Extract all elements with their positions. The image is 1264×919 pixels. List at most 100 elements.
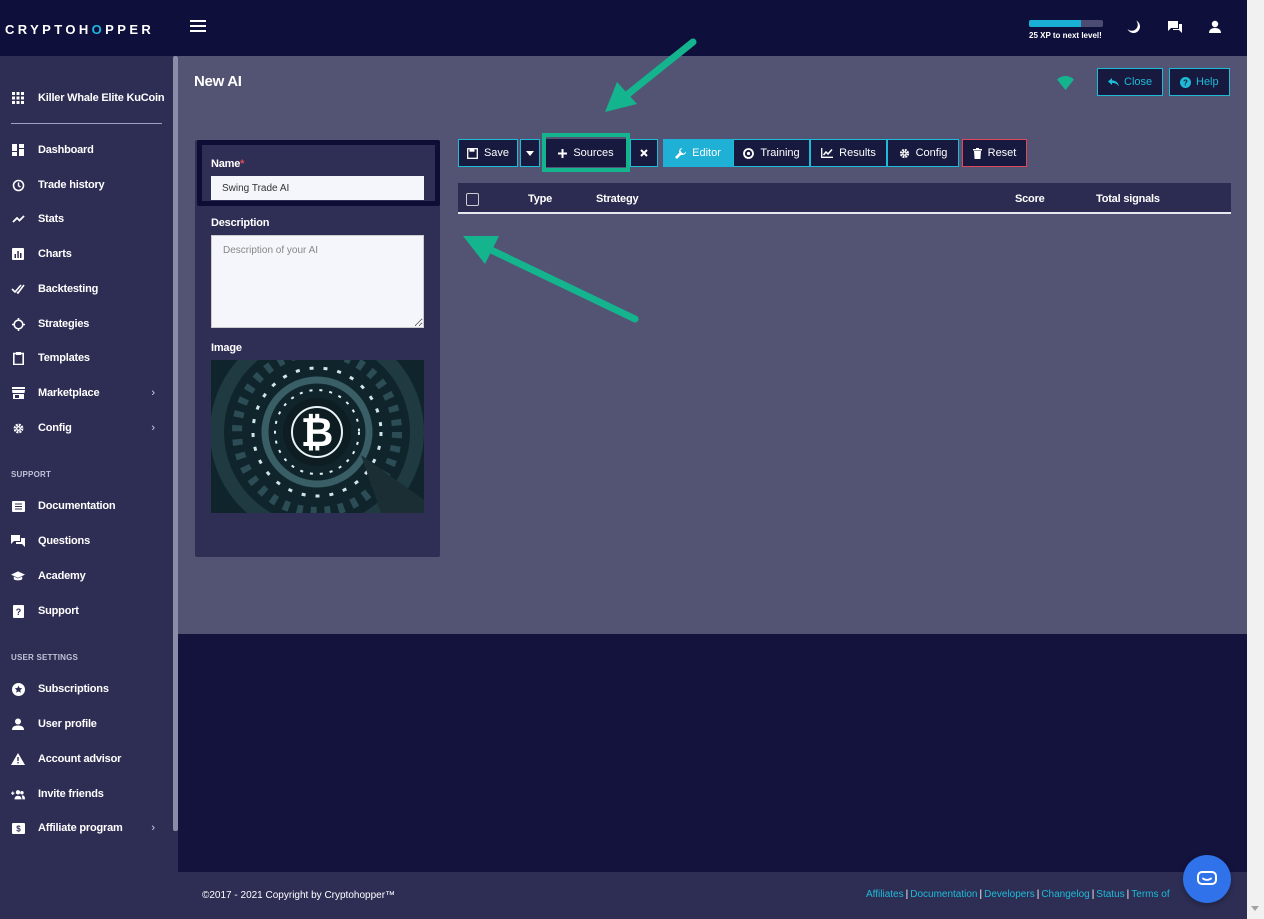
close-button[interactable]: Close: [1097, 68, 1164, 96]
sidebar-item-trade-history[interactable]: Trade history: [0, 170, 170, 200]
chevron-right-icon: ›: [151, 422, 155, 434]
sidebar-item-backtesting[interactable]: Backtesting: [0, 274, 170, 304]
history-icon: [11, 178, 25, 192]
sidebar-item-label: Invite friends: [38, 788, 104, 800]
chat-icon: [11, 534, 25, 548]
sidebar-item-questions[interactable]: Questions: [0, 526, 170, 556]
select-all-checkbox[interactable]: [466, 193, 479, 206]
sidebar-item-dashboard[interactable]: Dashboard: [0, 135, 170, 165]
scroll-down-arrow-icon[interactable]: [1251, 906, 1259, 911]
hopper-selector[interactable]: Killer Whale Elite KuCoin: [0, 83, 170, 113]
column-score[interactable]: Score: [1015, 193, 1045, 205]
sidebar-item-charts[interactable]: Charts: [0, 239, 170, 269]
reset-button[interactable]: Reset: [962, 139, 1027, 167]
dark-mode-moon-icon[interactable]: [1126, 19, 1144, 37]
add-users-icon: [11, 787, 25, 801]
tab-editor[interactable]: Editor: [663, 139, 733, 167]
cryptohopper-logo[interactable]: CRYPTOHOPPER: [5, 22, 154, 37]
sidebar-divider: [11, 123, 162, 124]
sidebar-item-support[interactable]: ? Support: [0, 596, 170, 626]
top-bar: CRYPTOHOPPER 25 XP to next level!: [0, 0, 1247, 56]
description-field[interactable]: [211, 235, 424, 328]
sidebar-item-academy[interactable]: Academy: [0, 561, 170, 591]
sidebar-item-label: Documentation: [38, 500, 116, 512]
main-content: New AI Close ? Help Name* Description Im…: [178, 56, 1247, 634]
menu-toggle-icon[interactable]: [190, 20, 206, 34]
sidebar-item-templates[interactable]: Templates: [0, 343, 170, 373]
reset-label: Reset: [987, 147, 1017, 159]
editor-label: Editor: [692, 147, 721, 159]
sidebar-item-account-advisor[interactable]: Account advisor: [0, 744, 170, 774]
column-total-signals[interactable]: Total signals: [1096, 193, 1160, 205]
dashboard-icon: [11, 143, 25, 157]
sidebar-item-affiliate-program[interactable]: $ Affiliate program ›: [0, 813, 170, 843]
sidebar-item-subscriptions[interactable]: Subscriptions: [0, 674, 170, 704]
help-label: Help: [1196, 76, 1219, 88]
svg-text:?: ?: [1183, 78, 1188, 87]
connection-signal-icon: [1057, 76, 1074, 90]
xp-text: 25 XP to next level!: [1029, 31, 1102, 40]
dollar-icon: $: [11, 821, 25, 835]
sidebar-item-label: Academy: [38, 570, 86, 582]
page-scrollbar[interactable]: [1247, 0, 1264, 919]
hopper-name: Killer Whale Elite KuCoin: [38, 92, 165, 104]
sidebar-item-documentation[interactable]: Documentation: [0, 491, 170, 521]
sidebar-item-label: Marketplace: [38, 387, 100, 399]
sidebar-item-label: Questions: [38, 535, 90, 547]
page-title: New AI: [194, 73, 242, 90]
sidebar-item-label: Charts: [38, 248, 72, 260]
warning-icon: [11, 752, 25, 766]
sidebar-item-marketplace[interactable]: Marketplace ›: [0, 378, 170, 408]
footer: ©2017 - 2021 Copyright by Cryptohopper™ …: [178, 872, 1247, 919]
column-type[interactable]: Type: [528, 193, 552, 205]
footer-link-changelog[interactable]: Changelog: [1041, 889, 1089, 900]
footer-link-terms[interactable]: Terms of: [1131, 889, 1169, 900]
save-dropdown-button[interactable]: [520, 139, 540, 167]
line-chart-icon: [821, 148, 834, 158]
chart-icon: [11, 247, 25, 261]
sidebar-item-stats[interactable]: Stats: [0, 204, 170, 234]
xp-progress[interactable]: 25 XP to next level!: [1029, 20, 1103, 40]
sidebar-item-invite-friends[interactable]: Invite friends: [0, 779, 170, 809]
store-icon: [11, 386, 25, 400]
sidebar-item-strategies[interactable]: Strategies: [0, 309, 170, 339]
sidebar-item-user-profile[interactable]: User profile: [0, 709, 170, 739]
graduation-cap-icon: [11, 569, 25, 583]
tab-config[interactable]: Config: [887, 139, 959, 167]
user-settings-heading: USER SETTINGS: [11, 653, 79, 662]
sidebar-item-label: Support: [38, 605, 79, 617]
messages-icon[interactable]: [1167, 19, 1185, 37]
gear-icon: [899, 148, 909, 158]
svg-text:$: $: [16, 824, 21, 833]
save-label: Save: [483, 147, 510, 159]
star-icon: [11, 682, 25, 696]
sidebar-item-label: Config: [38, 422, 72, 434]
sidebar-item-label: Templates: [38, 352, 90, 364]
bitcoin-tunnel-image: ₿: [211, 360, 424, 513]
page-scrollbar-thumb[interactable]: [1251, 0, 1260, 919]
footer-link-status[interactable]: Status: [1096, 889, 1124, 900]
footer-link-developers[interactable]: Developers: [984, 889, 1035, 900]
crosshair-icon: [11, 317, 25, 331]
image-label: Image: [211, 342, 242, 354]
name-field[interactable]: [211, 176, 424, 200]
name-label: Name*: [211, 158, 245, 170]
footer-link-documentation[interactable]: Documentation: [910, 889, 977, 900]
tab-training[interactable]: Training: [733, 139, 810, 167]
live-chat-button[interactable]: [1183, 855, 1231, 903]
remove-button[interactable]: [630, 139, 658, 167]
sidebar-item-label: Account advisor: [38, 753, 122, 765]
x-icon: [640, 149, 648, 157]
user-account-icon[interactable]: [1207, 19, 1225, 37]
ai-image[interactable]: ₿: [211, 360, 424, 513]
column-strategy[interactable]: Strategy: [596, 193, 639, 205]
footer-link-affiliates[interactable]: Affiliates: [866, 889, 904, 900]
save-button[interactable]: Save: [458, 139, 518, 167]
sidebar-item-config[interactable]: Config ›: [0, 413, 170, 443]
help-button[interactable]: ? Help: [1169, 68, 1230, 96]
chevron-right-icon: ›: [151, 387, 155, 399]
tab-results[interactable]: Results: [810, 139, 887, 167]
support-heading: SUPPORT: [11, 470, 52, 479]
grid-icon: [11, 91, 25, 105]
caret-down-icon: [526, 150, 534, 156]
